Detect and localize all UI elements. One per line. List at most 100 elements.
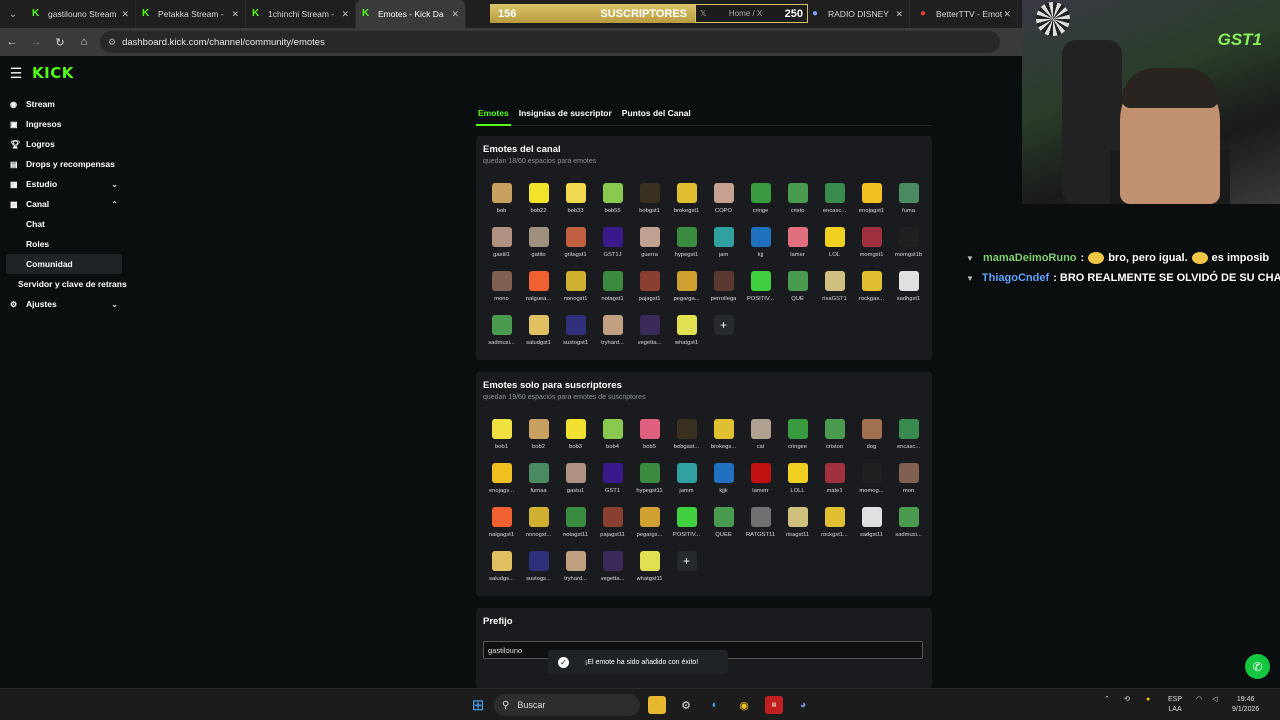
- emote-item[interactable]: sadmusi...: [890, 507, 927, 543]
- microphone-icon[interactable]: ●: [1146, 695, 1150, 705]
- emote-item[interactable]: COPO: [705, 183, 742, 219]
- emote-item[interactable]: bob55: [594, 183, 631, 219]
- emote-item[interactable]: fumaa: [520, 463, 557, 499]
- emote-item[interactable]: notagst1: [594, 271, 631, 307]
- emote-item[interactable]: vegetta...: [594, 551, 631, 587]
- emote-item[interactable]: hypegst11: [631, 463, 668, 499]
- emote-item[interactable]: cat: [742, 419, 779, 455]
- emote-item[interactable]: encasc...: [890, 419, 927, 455]
- emote-item[interactable]: GST1: [594, 463, 631, 499]
- emote-item[interactable]: kjj: [742, 227, 779, 263]
- emote-item[interactable]: QUEE: [705, 507, 742, 543]
- edge-icon[interactable]: ◐: [706, 696, 724, 714]
- close-icon[interactable]: ✕: [1003, 9, 1011, 20]
- sidebar-item-servidor[interactable]: Servidor y clave de retrans: [0, 274, 128, 294]
- close-icon[interactable]: ✕: [451, 9, 459, 20]
- emote-item[interactable]: encasc...: [816, 183, 853, 219]
- emote-item[interactable]: bob5: [631, 419, 668, 455]
- emote-item[interactable]: gastil1: [483, 227, 520, 263]
- emote-item[interactable]: tryhard...: [557, 551, 594, 587]
- emote-item[interactable]: bob: [483, 183, 520, 219]
- clock[interactable]: 19:46 9/1/2026: [1232, 695, 1259, 715]
- emote-item[interactable]: sadmusi...: [483, 315, 520, 351]
- emote-item[interactable]: lamer: [779, 227, 816, 263]
- emote-item[interactable]: momgst1b: [890, 227, 927, 263]
- hamburger-menu-icon[interactable]: ☰: [0, 65, 32, 82]
- file-explorer-icon[interactable]: [648, 696, 666, 714]
- emote-item[interactable]: cristo: [779, 183, 816, 219]
- emote-item[interactable]: pajagst1: [631, 271, 668, 307]
- emote-item[interactable]: cringe: [742, 183, 779, 219]
- emote-item[interactable]: nalgagst1: [483, 507, 520, 543]
- close-icon[interactable]: ✕: [231, 9, 239, 20]
- url-input[interactable]: ⚙ dashboard.kick.com/channel/community/e…: [100, 31, 1000, 53]
- sidebar-item-comunidad[interactable]: Comunidad: [6, 254, 122, 274]
- emote-item[interactable]: RATGST11: [742, 507, 779, 543]
- emote-item[interactable]: POSITIV...: [668, 507, 705, 543]
- emote-item[interactable]: gritagst1: [557, 227, 594, 263]
- chevron-up-icon[interactable]: ⌃: [1104, 695, 1110, 705]
- app-icon[interactable]: ▤: [765, 696, 783, 714]
- tab-radio-disney[interactable]: ● RADIO DISNEY ✕: [806, 0, 910, 28]
- emote-item[interactable]: risaGST1: [816, 271, 853, 307]
- emote-item[interactable]: rockgst1...: [816, 507, 853, 543]
- emote-item[interactable]: pegargs...: [631, 507, 668, 543]
- reload-icon[interactable]: ↻: [48, 28, 72, 56]
- add-emote-button[interactable]: +: [668, 551, 705, 587]
- emote-item[interactable]: nalguea...: [520, 271, 557, 307]
- emote-item[interactable]: notagst11: [557, 507, 594, 543]
- emote-item[interactable]: jamm: [668, 463, 705, 499]
- emote-item[interactable]: cringee: [779, 419, 816, 455]
- emote-item[interactable]: bob3: [557, 419, 594, 455]
- emote-item[interactable]: gastu1: [557, 463, 594, 499]
- sidebar-item-ingresos[interactable]: ▣ Ingresos: [0, 114, 128, 134]
- emote-item[interactable]: tryhard...: [594, 315, 631, 351]
- sidebar-item-logros[interactable]: 🏆︎ Logros: [0, 134, 128, 154]
- tab-emotes[interactable]: Emotes: [476, 104, 511, 126]
- emote-item[interactable]: enojags...: [483, 463, 520, 499]
- browser-tab[interactable]: K Emotes - Kick Da ✕: [356, 0, 466, 28]
- emote-item[interactable]: cristoo: [816, 419, 853, 455]
- windows-start-icon[interactable]: ⊞: [469, 696, 487, 714]
- emote-item[interactable]: saludgst1: [520, 315, 557, 351]
- add-emote-button[interactable]: +: [705, 315, 742, 351]
- emote-item[interactable]: whatgst1: [668, 315, 705, 351]
- tab-search-menu-icon[interactable]: ⌄: [0, 0, 26, 28]
- sidebar-item-ajustes[interactable]: ⚙ Ajustes ⌄: [0, 294, 128, 314]
- emote-item[interactable]: bob22: [520, 183, 557, 219]
- emote-item[interactable]: whatgst11: [631, 551, 668, 587]
- wifi-icon[interactable]: ◠: [1196, 695, 1202, 705]
- emote-item[interactable]: jam: [705, 227, 742, 263]
- emote-item[interactable]: bob1: [483, 419, 520, 455]
- emote-item[interactable]: bob33: [557, 183, 594, 219]
- emote-item[interactable]: brokegst1: [668, 183, 705, 219]
- home-icon[interactable]: ⌂: [72, 28, 96, 56]
- discord-icon[interactable]: ◕: [794, 696, 812, 714]
- close-icon[interactable]: ✕: [341, 9, 349, 20]
- sidebar-item-chat[interactable]: Chat: [0, 214, 128, 234]
- emote-item[interactable]: LOLL: [779, 463, 816, 499]
- emote-item[interactable]: pajagst11: [594, 507, 631, 543]
- emote-item[interactable]: hypegst1: [668, 227, 705, 263]
- emote-item[interactable]: fuma: [890, 183, 927, 219]
- emote-item[interactable]: momog...: [853, 463, 890, 499]
- emote-item[interactable]: sustogs...: [520, 551, 557, 587]
- emote-item[interactable]: vegetta...: [631, 315, 668, 351]
- tab-insignias[interactable]: Insignias de suscriptor: [517, 104, 614, 126]
- language-indicator[interactable]: ESP LAA: [1168, 695, 1182, 715]
- close-icon[interactable]: ✕: [121, 9, 129, 20]
- emote-item[interactable]: pegarga...: [668, 271, 705, 307]
- taskbar-search[interactable]: ⚲ Buscar: [494, 694, 640, 716]
- chrome-icon[interactable]: ◉: [735, 696, 753, 714]
- emote-item[interactable]: nonogst1: [557, 271, 594, 307]
- emote-item[interactable]: risagst11: [779, 507, 816, 543]
- browser-tab[interactable]: K 1chinchi Stream - ✕: [246, 0, 356, 28]
- forward-icon[interactable]: →: [24, 28, 48, 56]
- emote-item[interactable]: QUE: [779, 271, 816, 307]
- tab-betterttv[interactable]: ● BetterTTV - Emot ✕: [914, 0, 1018, 28]
- emote-item[interactable]: gatito: [520, 227, 557, 263]
- sidebar-item-stream[interactable]: ◉ Stream: [0, 94, 128, 114]
- browser-tab[interactable]: K Petakka Stream - ✕: [136, 0, 246, 28]
- emote-item[interactable]: POSITIV...: [742, 271, 779, 307]
- emote-item[interactable]: sadgst11: [853, 507, 890, 543]
